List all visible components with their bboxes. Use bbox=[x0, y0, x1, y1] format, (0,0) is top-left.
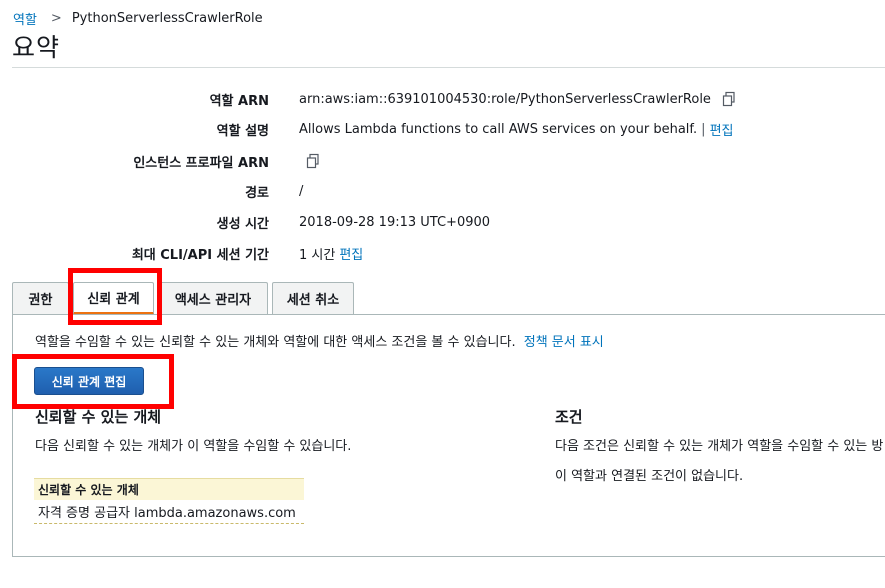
edit-session-link[interactable]: 편집 bbox=[339, 244, 363, 263]
tab-trust-relationships[interactable]: 신뢰 관계 bbox=[73, 282, 154, 315]
breadcrumb-current: PythonServerlessCrawlerRole bbox=[71, 11, 263, 26]
breadcrumb-roles-link[interactable]: 역할 bbox=[13, 9, 37, 28]
creation-time-value: 2018-09-28 19:13 UTC+0900 bbox=[299, 214, 491, 230]
trusted-entities-text: 다음 신뢰할 수 있는 개체가 이 역할을 수임할 수 있습니다. bbox=[35, 439, 352, 454]
trusted-entities-title: 신뢰할 수 있는 개체 bbox=[35, 408, 162, 426]
table-row: 자격 증명 공급자 lambda.amazonaws.com bbox=[34, 500, 304, 524]
summary-row-creation-time: 생성 시간 2018-09-28 19:13 UTC+0900 bbox=[0, 212, 885, 232]
separator: | bbox=[701, 121, 706, 137]
tab-access-advisor[interactable]: 액세스 관리자 bbox=[158, 282, 268, 314]
summary-row-role-arn: 역할 ARN arn:aws:iam::639101004530:role/Py… bbox=[0, 89, 885, 109]
summary-row-path: 경로 / bbox=[0, 181, 885, 201]
max-session-value: 1 시간 bbox=[299, 247, 336, 263]
summary-label: 역할 ARN bbox=[209, 93, 269, 109]
tab-permissions[interactable]: 권한 bbox=[12, 282, 69, 314]
role-arn-value: arn:aws:iam::639101004530:role/PythonSer… bbox=[299, 91, 711, 107]
page-title: 요약 bbox=[12, 33, 61, 62]
summary-row-role-description: 역할 설명 Allows Lambda functions to call AW… bbox=[0, 119, 885, 139]
path-value: / bbox=[299, 183, 304, 199]
show-policy-document-link[interactable]: 정책 문서 표시 bbox=[524, 335, 604, 350]
table-header: 신뢰할 수 있는 개체 bbox=[34, 478, 304, 500]
title-divider bbox=[12, 67, 885, 68]
summary-value-container: 1 시간 편집 bbox=[299, 244, 363, 263]
trust-description-text: 역할을 수임할 수 있는 신뢰할 수 있는 개체와 역할에 대한 액세스 조건을… bbox=[35, 335, 516, 350]
conditions-title: 조건 bbox=[555, 408, 583, 426]
copy-icon[interactable] bbox=[305, 153, 321, 169]
role-description-value: Allows Lambda functions to call AWS serv… bbox=[299, 121, 698, 137]
trusted-entities-table: 신뢰할 수 있는 개체 자격 증명 공급자 lambda.amazonaws.c… bbox=[34, 478, 304, 524]
summary-value-container: arn:aws:iam::639101004530:role/PythonSer… bbox=[299, 91, 737, 107]
summary-value-container bbox=[299, 153, 321, 169]
trust-description: 역할을 수임할 수 있는 신뢰할 수 있는 개체와 역할에 대한 액세스 조건을… bbox=[35, 331, 604, 350]
summary-label: 경로 bbox=[245, 185, 269, 201]
summary-value-container: Allows Lambda functions to call AWS serv… bbox=[299, 120, 733, 139]
edit-trust-relationship-button[interactable]: 신뢰 관계 편집 bbox=[34, 367, 144, 395]
edit-description-link[interactable]: 편집 bbox=[710, 120, 734, 139]
summary-row-max-session: 최대 CLI/API 세션 기간 1 시간 편집 bbox=[0, 243, 885, 263]
copy-icon[interactable] bbox=[721, 91, 737, 107]
summary-label: 역할 설명 bbox=[216, 123, 269, 139]
conditions-empty-text: 이 역할과 연결된 조건이 없습니다. bbox=[555, 469, 744, 484]
summary-label: 인스턴스 프로파일 ARN bbox=[133, 155, 269, 171]
conditions-text: 다음 조건은 신뢰할 수 있는 개체가 역할을 수임할 수 있는 방 bbox=[555, 439, 884, 454]
breadcrumb: 역할 > PythonServerlessCrawlerRole bbox=[13, 9, 263, 28]
summary-label: 생성 시간 bbox=[216, 216, 269, 232]
tab-revoke-sessions[interactable]: 세션 취소 bbox=[272, 282, 354, 314]
summary-row-instance-profile-arn: 인스턴스 프로파일 ARN bbox=[0, 151, 885, 171]
tab-bar: 권한 신뢰 관계 액세스 관리자 세션 취소 bbox=[12, 282, 358, 315]
summary-label: 최대 CLI/API 세션 기간 bbox=[131, 247, 269, 263]
chevron-right-icon: > bbox=[50, 11, 62, 26]
